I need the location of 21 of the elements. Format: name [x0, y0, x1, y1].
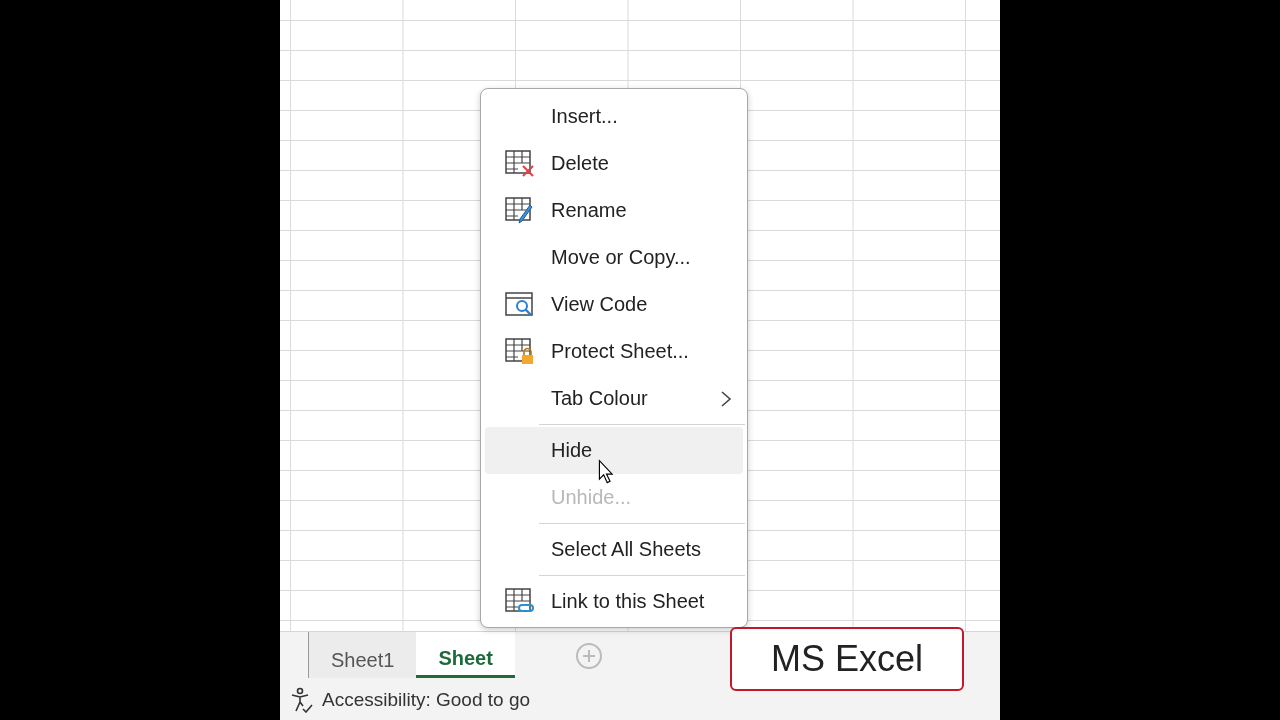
menu-item[interactable]: Tab Colour	[485, 375, 743, 422]
menu-item[interactable]: Delete	[485, 140, 743, 187]
status-text: Accessibility: Good to go	[322, 689, 531, 711]
mouse-pointer-icon	[598, 459, 615, 485]
sheet-tab[interactable]: Sheet1	[308, 632, 417, 678]
menu-item[interactable]: Insert...	[485, 93, 743, 140]
padlock-sheet-icon	[505, 337, 535, 366]
sheet-tab[interactable]: Sheet	[416, 632, 515, 678]
menu-item[interactable]: Rename	[485, 187, 743, 234]
menu-item[interactable]: View Code	[485, 281, 743, 328]
menu-item[interactable]: Protect Sheet...	[485, 328, 743, 375]
menu-item[interactable]: Move or Copy...	[485, 234, 743, 281]
rename-sheet-icon	[505, 196, 535, 225]
menu-item[interactable]: Select All Sheets	[485, 526, 743, 573]
delete-sheet-icon	[505, 149, 535, 178]
accessibility-icon	[290, 687, 314, 713]
menu-item[interactable]: Link to this Sheet	[485, 578, 743, 625]
add-sheet-icon[interactable]	[574, 642, 603, 670]
view-code-icon	[505, 290, 535, 319]
caption-label: MS Excel	[730, 627, 964, 691]
menu-item[interactable]: Hide	[485, 427, 743, 474]
